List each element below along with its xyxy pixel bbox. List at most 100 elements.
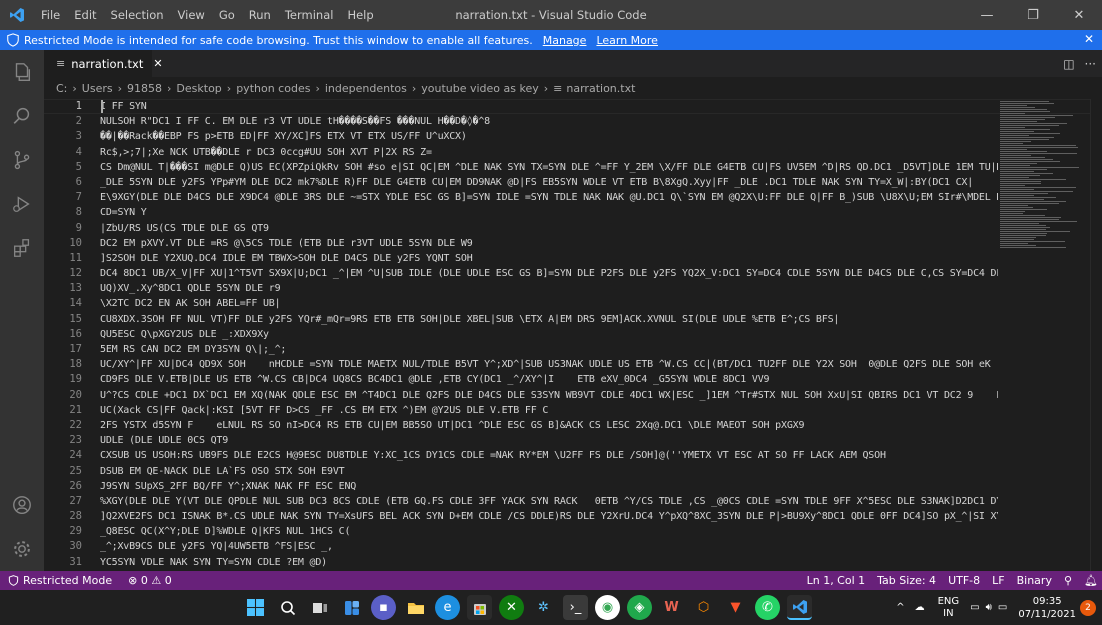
- clock[interactable]: 09:35 07/11/2021: [1018, 595, 1076, 621]
- vpn-app-icon[interactable]: ◈: [627, 595, 652, 620]
- code-line[interactable]: E\9XGY(DLE DLE D4CS DLE X9DC4 @DLE 3RS D…: [100, 190, 998, 205]
- manage-gear-icon[interactable]: [0, 527, 44, 571]
- breadcrumb-item[interactable]: 91858: [127, 82, 162, 95]
- widgets-icon[interactable]: [339, 595, 364, 620]
- code-line[interactable]: Rc$,>;7|;Xe NCK UTB��DLE r DC3 0ccg#UU S…: [100, 145, 998, 160]
- banner-learn-more-link[interactable]: Learn More: [596, 34, 658, 47]
- code-line[interactable]: ]S2SOH DLE Y2XUQ.DC4 IDLE EM TBWX>SOH DL…: [100, 251, 998, 266]
- code-line[interactable]: ��|��Rack��EBP FS p>ETB ED|FF XY/XC]FS E…: [100, 129, 998, 144]
- end-of-line[interactable]: LF: [992, 574, 1004, 587]
- breadcrumb-item[interactable]: independentos: [325, 82, 407, 95]
- close-window-icon[interactable]: ✕: [1056, 0, 1102, 30]
- whatsapp-icon[interactable]: ✆: [755, 595, 780, 620]
- menu-view[interactable]: View: [171, 0, 212, 30]
- file-encoding[interactable]: UTF-8: [948, 574, 980, 587]
- code-line[interactable]: 5EM RS CAN DC2 EM DY3SYN Q\|;_^;: [100, 342, 998, 357]
- brave-browser-icon[interactable]: ▼: [723, 595, 748, 620]
- code-line[interactable]: %XGY(DLE DLE Y(VT DLE QPDLE NUL SUB DC3 …: [100, 494, 998, 509]
- taskbar-search-icon[interactable]: [275, 595, 300, 620]
- source-control-icon[interactable]: [0, 138, 44, 182]
- problems-indicator[interactable]: ⊗ 0 ⚠ 0: [120, 574, 180, 587]
- tab-size[interactable]: Tab Size: 4: [877, 574, 936, 587]
- teams-chat-icon[interactable]: ▪: [371, 595, 396, 620]
- code-content[interactable]: I FF SYN NULSOH R"DC1 I FF C. EM DLE r3 V…: [100, 99, 998, 570]
- split-editor-icon[interactable]: ◫: [1063, 57, 1074, 71]
- wps-office-icon[interactable]: W: [659, 595, 684, 620]
- file-explorer-icon[interactable]: [403, 595, 428, 620]
- input-language[interactable]: ENG IN: [938, 596, 960, 620]
- editor-area[interactable]: 1 2 3 4 5 6 7 8 9 10 11 12 13 14 15 16 17 18 19 20 21 22 23 24 2…: [44, 99, 1102, 571]
- banner-manage-link[interactable]: Manage: [543, 34, 587, 47]
- menu-selection[interactable]: Selection: [104, 0, 171, 30]
- language-mode[interactable]: Binary: [1017, 574, 1052, 587]
- terminal-app-icon[interactable]: ›_: [563, 595, 588, 620]
- breadcrumb-item[interactable]: C:: [56, 82, 67, 95]
- restricted-mode-indicator[interactable]: Restricted Mode: [0, 571, 121, 590]
- explorer-icon[interactable]: [0, 50, 44, 94]
- menu-edit[interactable]: Edit: [67, 0, 103, 30]
- onedrive-cloud-icon[interactable]: ☁: [915, 602, 925, 613]
- tab-close-icon[interactable]: ✕: [153, 57, 162, 70]
- vertical-scrollbar[interactable]: [1090, 99, 1102, 571]
- breadcrumb-item[interactable]: Desktop: [176, 82, 221, 95]
- code-line[interactable]: 2FS YSTX d5SYN F eLNUL RS SO nI>DC4 RS E…: [100, 418, 998, 433]
- windows-start-icon[interactable]: [243, 595, 268, 620]
- cursor-position[interactable]: Ln 1, Col 1: [807, 574, 866, 587]
- breadcrumb-item[interactable]: youtube video as key: [421, 82, 539, 95]
- accounts-icon[interactable]: [0, 483, 44, 527]
- extensions-icon[interactable]: [0, 226, 44, 270]
- code-line[interactable]: DSUB EM QE-NACK DLE LA`FS OSO STX SOH E9…: [100, 464, 998, 479]
- code-line[interactable]: CD9FS DLE V.ETB|DLE US ETB ^W.CS CB|DC4 …: [100, 372, 998, 387]
- code-line[interactable]: |ZbU/RS US(CS TDLE DLE GS QT9: [100, 221, 998, 236]
- tab-narration[interactable]: ≡ narration.txt ✕: [44, 50, 163, 77]
- code-line[interactable]: _^;XvB9CS DLE y2FS YQ|4UW5ETB ^FS|ESC _,: [100, 539, 998, 554]
- feedback-icon[interactable]: ⚲: [1064, 574, 1072, 587]
- code-line[interactable]: UC(Xack CS|FF Qack|:KSI [5VT FF D>CS _FF…: [100, 403, 998, 418]
- search-icon[interactable]: [0, 94, 44, 138]
- breadcrumb-item[interactable]: Users: [82, 82, 113, 95]
- banner-close-icon[interactable]: ✕: [1084, 32, 1094, 46]
- chrome-browser-icon[interactable]: ◉: [595, 595, 620, 620]
- security-app-icon[interactable]: ⬡: [691, 595, 716, 620]
- show-hidden-icons-icon[interactable]: ^: [896, 602, 904, 613]
- settings-app-icon[interactable]: ✲: [531, 595, 556, 620]
- notifications-bell-icon[interactable]: 🔔︎: [1084, 574, 1098, 587]
- code-line[interactable]: CU8XDX.3SOH FF NUL VT)FF DLE y2FS YQr#_m…: [100, 312, 998, 327]
- menu-file[interactable]: File: [34, 0, 67, 30]
- menu-terminal[interactable]: Terminal: [278, 0, 341, 30]
- battery-icon[interactable]: ▭: [998, 602, 1007, 613]
- code-line[interactable]: DC4 8DC1 UB/X_V|FF XU|1^T5VT SX9X|U;DC1 …: [100, 266, 998, 281]
- code-line[interactable]: CD=SYN Y: [100, 205, 998, 220]
- edge-browser-icon[interactable]: e: [435, 595, 460, 620]
- code-line[interactable]: _Q8ESC QC(X^Y;DLE D]%WDLE Q|KFS NUL 1HCS…: [100, 524, 998, 539]
- code-line[interactable]: UQ)XV_.Xy^8DC1 QDLE 5SYN DLE r9: [100, 281, 998, 296]
- minimap[interactable]: [996, 99, 1090, 571]
- code-line[interactable]: YC5SYN VDLE NAK SYN TY=SYN CDLE ?EM @D): [100, 555, 998, 570]
- display-icon[interactable]: ▭: [970, 602, 979, 613]
- code-line[interactable]: ]Q2XVE2FS DC1 ISNAK B*.CS UDLE NAK SYN T…: [100, 509, 998, 524]
- code-line[interactable]: NULSOH R"DC1 I FF C. EM DLE r3 VT UDLE t…: [100, 114, 998, 129]
- code-line[interactable]: UDLE (DLE UDLE 0CS QT9: [100, 433, 998, 448]
- code-line[interactable]: DC2 EM pXVY.VT DLE =RS @\5CS TDLE (ETB D…: [100, 236, 998, 251]
- code-line[interactable]: CS Dm@NUL T|���SI m@DLE Q)US EC(XPZpiQkR…: [100, 160, 998, 175]
- notification-badge[interactable]: 2: [1080, 599, 1096, 616]
- code-line[interactable]: UC/XY^|FF XU|DC4 QD9X SOH nHCDLE =SYN TD…: [100, 357, 998, 372]
- task-view-icon[interactable]: [307, 595, 332, 620]
- more-actions-icon[interactable]: ···: [1085, 57, 1096, 71]
- code-line[interactable]: I FF SYN: [100, 99, 998, 114]
- menu-go[interactable]: Go: [212, 0, 242, 30]
- menu-help[interactable]: Help: [340, 0, 380, 30]
- store-icon[interactable]: [467, 595, 492, 620]
- code-line[interactable]: QU5ESC Q\pXGY2US DLE _:XDX9Xy: [100, 327, 998, 342]
- code-line[interactable]: CXSUB US USOH:RS UB9FS DLE E2CS H@9ESC D…: [100, 448, 998, 463]
- volume-icon[interactable]: 🔊︎: [986, 602, 992, 613]
- code-line[interactable]: J9SYN SUpXS_2FF BQ/FF Y^;XNAK NAK FF ESC…: [100, 479, 998, 494]
- breadcrumb-file[interactable]: narration.txt: [566, 82, 635, 95]
- breadcrumb-item[interactable]: python codes: [236, 82, 310, 95]
- xbox-icon[interactable]: ✕: [499, 595, 524, 620]
- code-line[interactable]: U^?CS CDLE +DC1 DX`DC1 EM XQ(NAK QDLE ES…: [100, 388, 998, 403]
- code-line[interactable]: _DLE 5SYN DLE y2FS YPp#YM DLE DC2 mk7%DL…: [100, 175, 998, 190]
- minimize-icon[interactable]: —: [964, 0, 1010, 30]
- restore-icon[interactable]: ❐: [1010, 0, 1056, 30]
- code-line[interactable]: \X2TC DC2 EN AK SOH ABEL=FF UB|: [100, 296, 998, 311]
